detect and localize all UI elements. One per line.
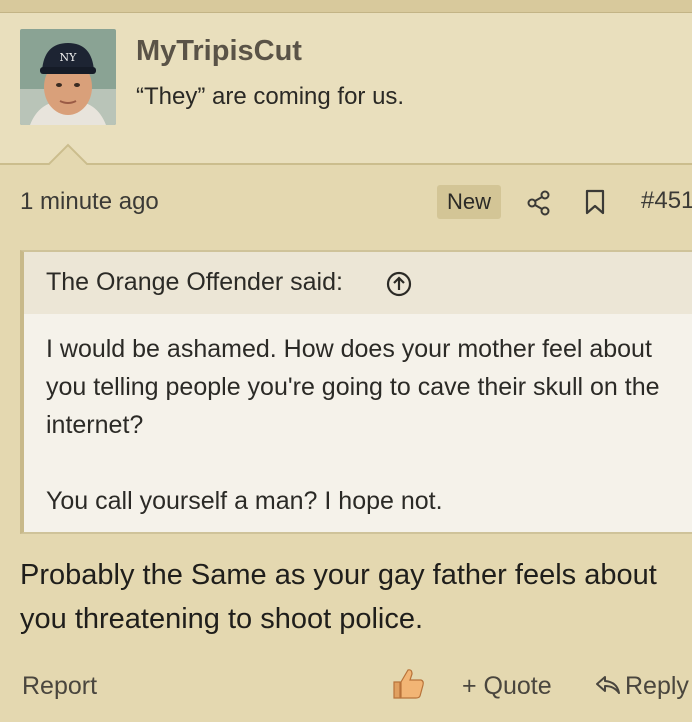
user-title: “They” are coming for us. <box>136 83 405 110</box>
top-strip <box>0 0 692 13</box>
new-badge: New <box>437 185 502 219</box>
post-number-link[interactable]: #451 <box>641 187 692 215</box>
post-message: Probably the Same as your gay father fee… <box>20 559 657 635</box>
quote-attribution[interactable]: The Orange Offender said: <box>46 268 343 297</box>
quote-block: The Orange Offender said: I would be ash… <box>20 250 692 534</box>
post-meta: 1 minute ago New #451 <box>0 178 692 226</box>
thumbs-up-icon[interactable] <box>390 666 426 702</box>
bookmark-icon[interactable] <box>584 189 606 215</box>
reply-label: Reply <box>625 672 689 700</box>
post-header: NY MyTripisCut “They” are coming for us. <box>0 13 692 165</box>
quote-paragraph: I would be ashamed. How does your mother… <box>46 335 660 439</box>
username[interactable]: MyTripisCut <box>136 35 302 68</box>
quote-header: The Orange Offender said: <box>24 252 692 314</box>
post-timestamp[interactable]: 1 minute ago <box>20 188 159 216</box>
svg-text:NY: NY <box>60 51 78 64</box>
share-icon[interactable] <box>527 190 551 216</box>
quote-body: I would be ashamed. How does your mother… <box>46 330 686 520</box>
quote-button[interactable]: + Quote <box>462 672 552 701</box>
post-actions: Report + Quote Reply <box>0 662 692 712</box>
arrow-up-circle-icon[interactable] <box>386 271 412 297</box>
quote-paragraph: You call yourself a man? I hope not. <box>46 487 443 515</box>
reply-button[interactable]: Reply <box>595 672 689 701</box>
avatar[interactable]: NY <box>20 29 116 125</box>
reply-icon <box>596 676 620 694</box>
message-caret <box>48 143 88 165</box>
report-link[interactable]: Report <box>22 672 97 701</box>
